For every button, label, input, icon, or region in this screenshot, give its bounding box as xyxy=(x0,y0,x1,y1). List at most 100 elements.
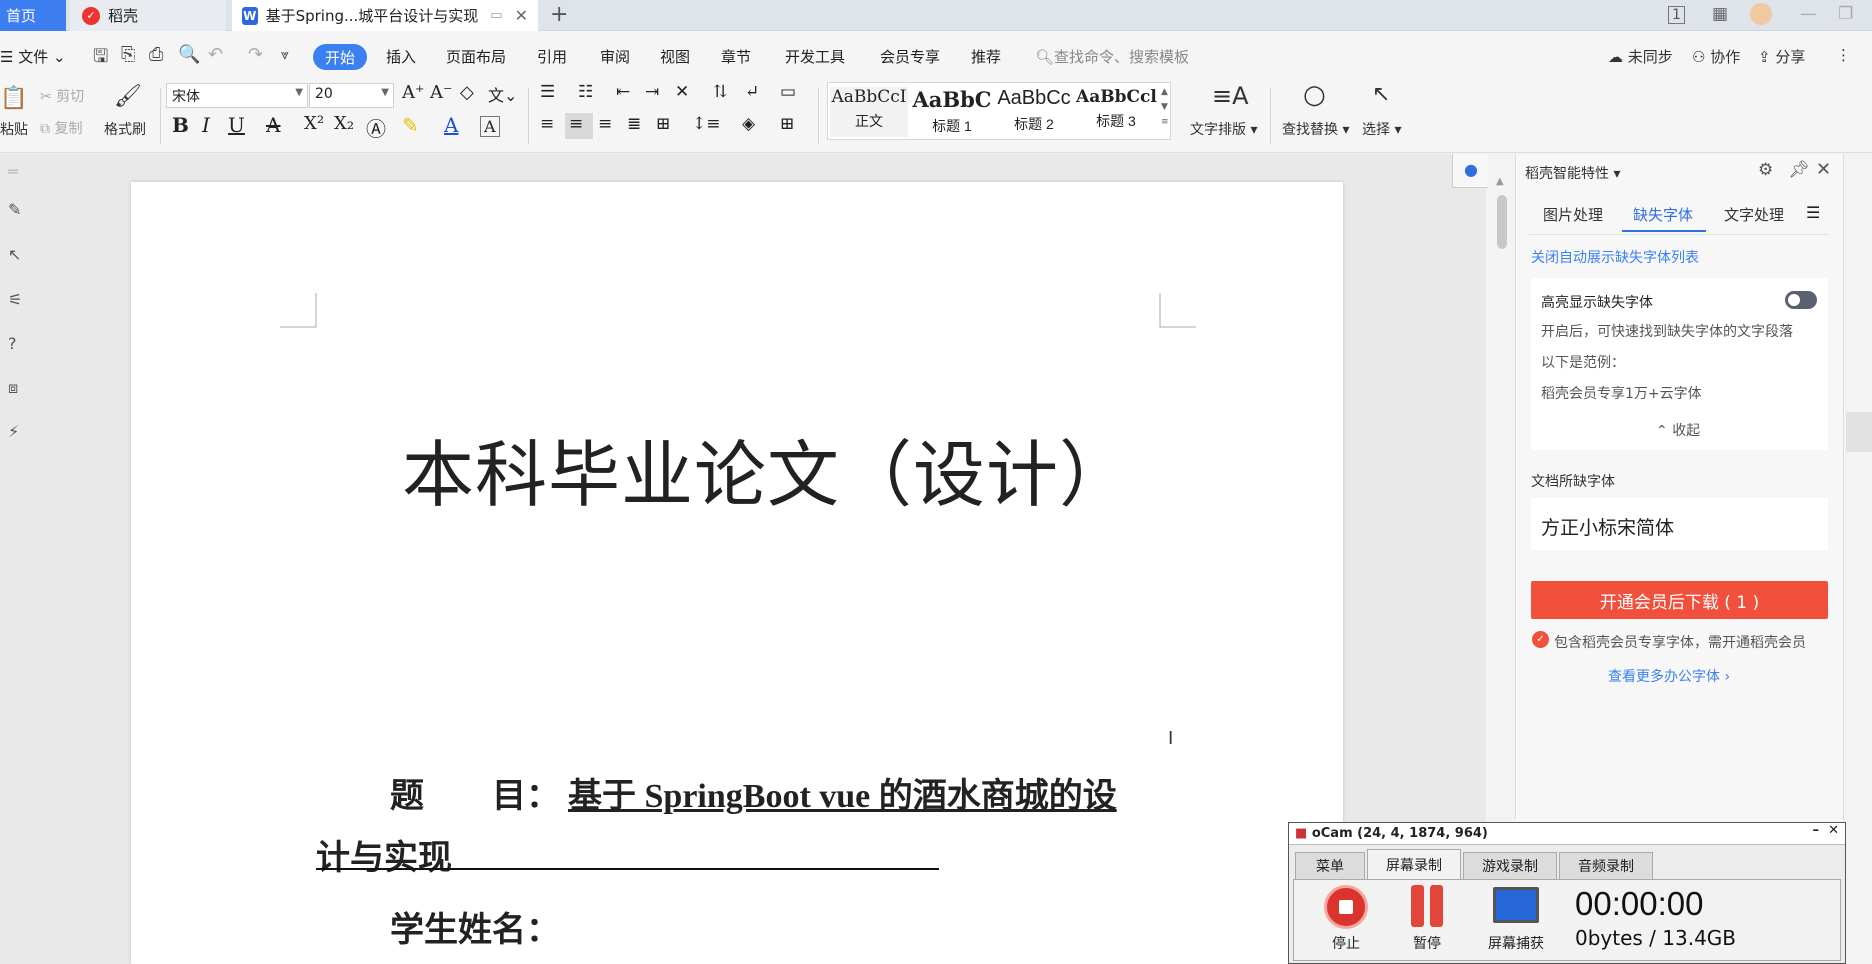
tab-image-processing[interactable]: 图片处理 xyxy=(1543,204,1603,225)
topic-value-line2[interactable]: 计与实现 xyxy=(316,830,452,879)
panel-menu-icon[interactable]: ☰ xyxy=(1806,203,1820,222)
format-painter-button[interactable]: 格式刷 xyxy=(104,119,146,139)
menu-start[interactable]: 开始 xyxy=(313,44,367,70)
select-cursor-icon[interactable]: ↖ xyxy=(1372,82,1390,107)
share-button[interactable]: ⇪ 分享 xyxy=(1758,46,1805,67)
grid-icon[interactable]: ▦ xyxy=(1712,4,1728,24)
sidebar-handle-icon[interactable]: ═ xyxy=(8,162,18,181)
close-tab-icon[interactable]: ✕ xyxy=(515,6,528,25)
more-fonts-link[interactable]: 查看更多办公字体 › xyxy=(1608,666,1730,686)
align-center-icon[interactable]: ≡ xyxy=(569,114,583,134)
ocam-tab-game[interactable]: 游戏录制 xyxy=(1463,852,1557,879)
highlight-icon[interactable]: ✎ xyxy=(402,113,419,137)
avatar[interactable] xyxy=(1750,3,1772,25)
strikethrough-icon[interactable]: A xyxy=(266,113,280,137)
student-name-label[interactable]: 学生姓名： xyxy=(390,902,560,951)
align-right-icon[interactable]: ≡ xyxy=(598,114,612,134)
number-list-icon[interactable]: ☷ xyxy=(578,82,593,102)
collab-button[interactable]: ⚇ 协作 xyxy=(1692,46,1740,67)
close-auto-link[interactable]: 关闭自动展示缺失字体列表 xyxy=(1531,247,1699,267)
print-preview-icon[interactable]: 🔍 xyxy=(178,44,200,65)
format-painter-icon[interactable]: 🖌 xyxy=(114,84,142,109)
undo-icon[interactable]: ↶ xyxy=(208,44,223,65)
show-marks-icon[interactable]: ↵ xyxy=(745,82,759,102)
menu-insert[interactable]: 插入 xyxy=(386,46,416,67)
copy-button[interactable]: ⧉ 复制 xyxy=(40,118,82,138)
char-border-icon[interactable]: A xyxy=(480,116,500,137)
panel-header[interactable]: 稻壳智能特性 ▾ xyxy=(1525,163,1620,183)
command-search[interactable]: 🔍︎查找命令、搜索模板 xyxy=(1035,46,1189,67)
minimize-icon[interactable]: — xyxy=(1800,4,1817,24)
subscript-icon[interactable]: X₂ xyxy=(334,113,354,134)
style-heading1[interactable]: AaBbC 标题 1 xyxy=(912,87,992,136)
scroll-up-icon[interactable]: ▲ xyxy=(1496,176,1504,187)
new-tab-icon[interactable]: + xyxy=(550,2,568,27)
location-pin[interactable]: ● xyxy=(1452,154,1488,188)
menu-view[interactable]: 视图 xyxy=(660,46,690,67)
chinese-layout-icon[interactable]: ✕ xyxy=(675,82,689,102)
document-title[interactable]: 本科毕业论文（设计） xyxy=(402,416,1132,521)
distribute-icon[interactable]: ⊞ xyxy=(656,114,670,134)
settings-slider-icon[interactable]: ⚟ xyxy=(8,290,22,309)
menu-dev-tools[interactable]: 开发工具 xyxy=(785,46,845,67)
tab-daoke[interactable]: ✓ 稻壳 xyxy=(70,0,226,31)
ocam-close-icon[interactable]: ✕ xyxy=(1828,823,1839,838)
highlight-toggle[interactable] xyxy=(1785,291,1817,309)
indent-icon[interactable]: ⇥ xyxy=(645,82,659,102)
shading-icon[interactable]: ◈ xyxy=(742,114,755,134)
smart-feature-icon[interactable]: ⚡ xyxy=(8,422,19,441)
borders-icon[interactable]: ⊞ xyxy=(780,114,794,134)
tab-home[interactable]: 首页 xyxy=(0,0,66,31)
italic-icon[interactable]: I xyxy=(202,113,210,137)
help-icon[interactable]: ? xyxy=(8,334,17,353)
layout-icon[interactable]: 1 xyxy=(1668,6,1685,24)
line-spacing-icon[interactable]: ↕≡ xyxy=(692,114,721,134)
topic-label[interactable]: 题 目： xyxy=(390,768,560,817)
paste-button[interactable]: 粘贴 xyxy=(0,119,28,139)
styles-scroll[interactable]: ▲ ▼ ≡ xyxy=(1161,85,1169,130)
menu-page-layout[interactable]: 页面布局 xyxy=(446,46,506,67)
sync-button[interactable]: ☁ 未同步 xyxy=(1608,46,1673,67)
customize-icon[interactable]: ⩔ xyxy=(281,47,289,63)
ruler-icon[interactable]: ▭ xyxy=(780,82,796,102)
close-icon[interactable]: ✕ xyxy=(1816,159,1831,180)
clear-format-icon[interactable]: ◇ xyxy=(460,82,474,103)
gear-icon[interactable]: ⚙ xyxy=(1758,160,1773,180)
maximize-icon[interactable]: ❐ xyxy=(1838,4,1853,24)
tab-document[interactable]: W 基于Spring...城平台设计与实现 ▭ ✕ xyxy=(232,0,538,31)
font-name-select[interactable]: 宋体 ▼ xyxy=(166,83,308,108)
menu-chapter[interactable]: 章节 xyxy=(721,46,751,67)
style-heading2[interactable]: AaBbCc 标题 2 xyxy=(994,87,1074,134)
cut-button[interactable]: ✂ 剪切 xyxy=(40,86,84,106)
cursor-icon[interactable]: ↖ xyxy=(8,245,21,264)
select-button[interactable]: 选择 ▾ xyxy=(1362,119,1401,139)
collapse-button[interactable]: ⌃ 收起 xyxy=(1656,420,1700,440)
vertical-scrollbar[interactable] xyxy=(1497,195,1507,249)
tab-text-processing[interactable]: 文字处理 xyxy=(1724,204,1784,225)
menu-review[interactable]: 审阅 xyxy=(600,46,630,67)
ocam-tab-audio[interactable]: 音频录制 xyxy=(1559,852,1653,879)
text-layout-icon[interactable]: ≡A xyxy=(1212,82,1249,110)
superscript-icon[interactable]: X² xyxy=(304,113,324,134)
pen-icon[interactable]: ✎ xyxy=(8,200,21,219)
outdent-icon[interactable]: ⇤ xyxy=(616,82,630,102)
font-size-select[interactable]: 20 ▼ xyxy=(309,83,394,108)
ocam-stop-button[interactable]: 停止 xyxy=(1321,885,1371,953)
justify-icon[interactable]: ≣ xyxy=(627,114,641,134)
menu-reference[interactable]: 引用 xyxy=(537,46,567,67)
monitor-icon[interactable]: ▭ xyxy=(490,8,502,23)
phonetic-icon[interactable]: 文⌄ xyxy=(488,82,517,106)
menu-recommend[interactable]: 推荐 xyxy=(971,46,1001,67)
file-menu[interactable]: ☰ 文件 ⌄ xyxy=(0,46,66,67)
font-color-icon[interactable]: A xyxy=(444,113,458,137)
bullet-list-icon[interactable]: ☰ xyxy=(540,82,555,102)
ocam-tab-screen[interactable]: 屏幕录制 xyxy=(1367,849,1461,880)
ocam-tab-menu[interactable]: 菜单 xyxy=(1295,852,1365,879)
text-effect-icon[interactable]: Ⓐ xyxy=(366,113,386,142)
print-icon[interactable]: ⎙ xyxy=(149,44,163,65)
ocam-minimize-icon[interactable]: – xyxy=(1813,823,1820,838)
download-button[interactable]: 开通会员后下载 ( 1 ) xyxy=(1531,581,1828,619)
more-icon[interactable]: ⋮ xyxy=(1836,46,1851,64)
text-layout-button[interactable]: 文字排版 ▾ xyxy=(1190,119,1257,139)
ocam-titlebar[interactable]: ■ oCam (24, 4, 1874, 964) – ✕ xyxy=(1289,823,1845,845)
